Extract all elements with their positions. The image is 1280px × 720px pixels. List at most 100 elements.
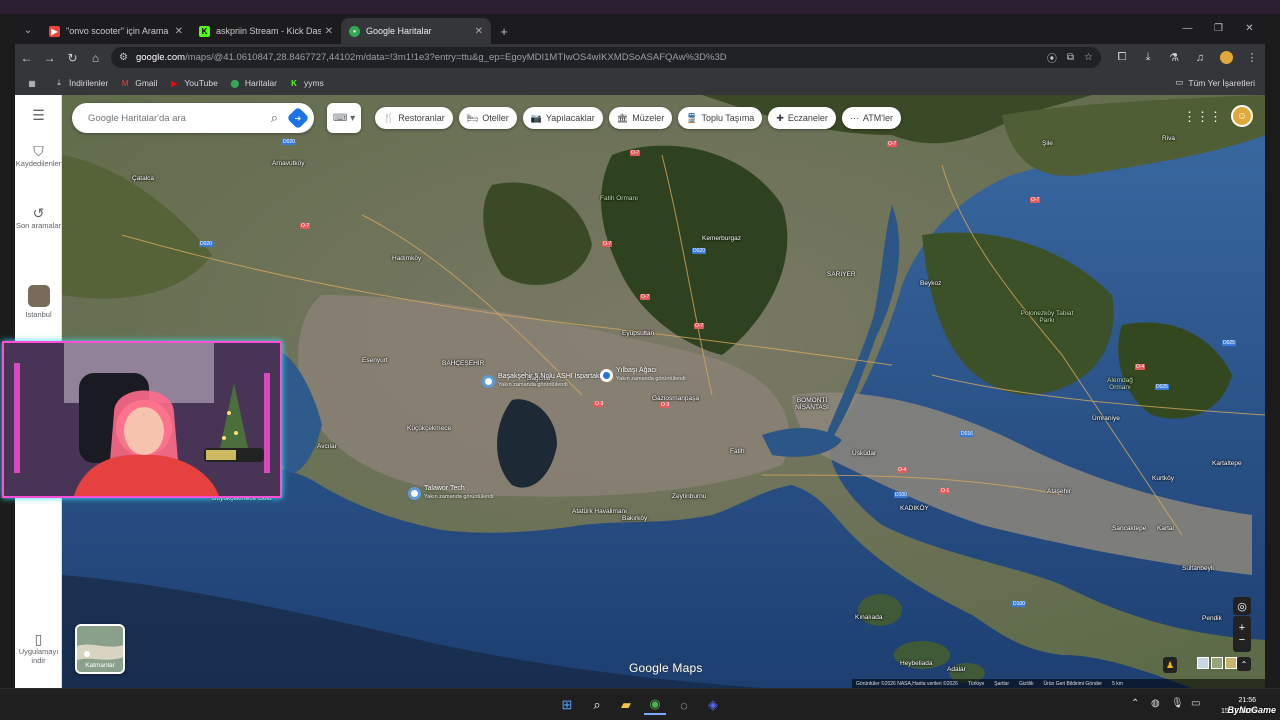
microphone-icon[interactable]: 🎙 xyxy=(1171,698,1184,709)
tray-chevron-icon[interactable]: ⌃ xyxy=(1131,698,1139,709)
account-avatar[interactable]: ☺ xyxy=(1231,105,1253,127)
menu-button[interactable]: ☰ xyxy=(15,108,62,123)
tab-google-maps[interactable]: • Google Haritalar ✕ xyxy=(341,18,491,44)
profile-avatar-icon[interactable] xyxy=(1213,46,1239,69)
webcam-overlay xyxy=(2,341,282,498)
network-icon[interactable]: ▭ xyxy=(1191,698,1200,709)
atm-icon: ⋯ xyxy=(849,112,859,123)
close-icon[interactable]: ✕ xyxy=(475,26,483,37)
recent-istanbul[interactable]: İstanbul xyxy=(15,285,62,319)
scale-bar[interactable]: 5 km xyxy=(1112,681,1123,687)
bookmark-downloads[interactable]: ⤓ İndirilenler xyxy=(54,78,108,88)
zoom-in-icon[interactable]: + xyxy=(1239,622,1245,634)
chip-things-to-do[interactable]: 📷 Yapılacaklar xyxy=(522,107,603,129)
layers-button[interactable]: Katmanlar xyxy=(75,624,125,674)
forward-icon[interactable]: → xyxy=(38,46,61,69)
file-explorer-icon[interactable]: ▰ xyxy=(615,695,637,715)
address-bar[interactable]: ⚙ google.com/maps/@41.0610847,28.8467727… xyxy=(111,47,1101,68)
my-location-button[interactable]: ◎ xyxy=(1233,597,1251,615)
recent-button[interactable]: ↺ Son aramalar xyxy=(15,206,62,230)
crosshair-icon: ◎ xyxy=(1237,600,1247,613)
back-icon[interactable]: ← xyxy=(15,46,38,69)
road-shield: O-3 xyxy=(660,402,671,408)
kick-favicon-icon: K xyxy=(199,25,210,37)
close-window-icon[interactable]: ✕ xyxy=(1234,14,1265,42)
tab-search-icon[interactable]: ⌄ xyxy=(15,16,41,44)
place-pin-icon xyxy=(408,486,421,500)
streamer-camera-feed xyxy=(4,343,280,496)
search-icon[interactable]: ⌕ xyxy=(586,695,608,715)
location-icon[interactable]: ⦿ xyxy=(1047,50,1057,65)
map-label: Gaziosmanpaşa xyxy=(652,395,699,402)
close-icon[interactable]: ✕ xyxy=(325,26,333,37)
reload-icon[interactable]: ↻ xyxy=(61,46,84,69)
restore-icon[interactable]: ❐ xyxy=(1203,14,1234,42)
start-icon[interactable]: ⊞ xyxy=(556,695,578,715)
pegman-icon[interactable]: ♟ xyxy=(1163,657,1177,673)
highway-shield: D020 xyxy=(282,139,296,145)
map-label: Ataşehir xyxy=(1047,488,1071,495)
minimize-icon[interactable]: — xyxy=(1172,14,1203,42)
directions-icon[interactable]: ➜ xyxy=(286,106,310,130)
bookmark-star-icon[interactable]: ☆ xyxy=(1084,52,1093,63)
chip-restaurants[interactable]: 🍴 Restoranlar xyxy=(375,107,453,129)
install-app-icon[interactable]: ⧉ xyxy=(1067,52,1074,63)
home-icon[interactable]: ⌂ xyxy=(84,46,107,69)
new-tab-button[interactable]: + xyxy=(491,18,517,44)
footer-link[interactable]: Ürün Geri Bildirimi Gönder xyxy=(1043,681,1102,687)
map-label: Beykoz xyxy=(920,280,942,287)
road-shield: O-1 xyxy=(940,488,951,494)
search-input[interactable]: Google Haritalar'da ara xyxy=(88,113,263,124)
chip-museums[interactable]: 🏛 Müzeler xyxy=(608,107,673,129)
chip-hotels[interactable]: 🛏 Oteller xyxy=(458,107,517,129)
footer-link[interactable]: Şartlar xyxy=(994,681,1009,687)
traffic-thumb[interactable] xyxy=(1225,657,1237,669)
view-thumbnails[interactable] xyxy=(1195,657,1237,669)
place-marker[interactable]: Başakşehir 5 Nolu ASHI Ispartakule Yakın … xyxy=(482,373,609,389)
all-bookmarks[interactable]: ▭ Tüm Yer İşaretleri xyxy=(1175,77,1255,88)
expand-controls-button[interactable]: ⌃ xyxy=(1237,657,1251,671)
place-marker[interactable]: Talawor Tech Yakın zamanda görüntülendi xyxy=(408,485,494,501)
bookmark-yyms[interactable]: Kyyms xyxy=(289,78,324,88)
highway-shield: D025 xyxy=(1222,340,1236,346)
puzzle-icon[interactable]: ⚗ xyxy=(1161,46,1187,69)
close-icon[interactable]: ✕ xyxy=(175,26,183,37)
get-app-button[interactable]: ▯ Uygulamayı indir xyxy=(15,632,62,665)
map-thumb[interactable] xyxy=(1197,657,1209,669)
site-info-icon[interactable]: ⚙ xyxy=(119,52,128,63)
extensions-icon[interactable]: ⧠ xyxy=(1109,46,1135,69)
chrome-icon[interactable]: ◉ xyxy=(644,695,666,715)
tab-onvo-scooter[interactable]: ▶ "onvo scooter" için Arama Sonu ✕ xyxy=(41,18,191,44)
input-tools-button[interactable]: ⌨ ▾ xyxy=(327,103,361,133)
chip-transit[interactable]: 🚆 Toplu Taşıma xyxy=(678,107,763,129)
download-icon[interactable]: ⤓ xyxy=(1135,46,1161,69)
zoom-out-icon[interactable]: − xyxy=(1239,634,1245,646)
map-label: Hadımköy xyxy=(392,255,422,262)
saved-button[interactable]: ⛉ Kaydedilenler xyxy=(15,144,62,168)
map-label: Sultanbeyli xyxy=(1182,565,1214,572)
terrain-thumb[interactable] xyxy=(1211,657,1223,669)
chip-atms[interactable]: ⋯ ATM'ler xyxy=(841,107,901,129)
youtube-icon: ▶ xyxy=(171,78,178,88)
search-icon[interactable]: ⌕ xyxy=(271,110,278,126)
place-marker[interactable]: Yılbaşı Ağacı Yakın zamanda görüntülendi xyxy=(600,367,686,383)
menu-icon[interactable]: ⋮ xyxy=(1239,46,1265,69)
footer-link[interactable]: Gizlilik xyxy=(1019,681,1033,687)
bookmark-youtube[interactable]: ▶ YouTube xyxy=(169,78,217,88)
obs-icon[interactable]: ◌ xyxy=(673,695,695,715)
apps-grid-icon[interactable]: ▦ xyxy=(27,78,42,88)
window-top-strip xyxy=(0,0,1280,14)
maps-search-box[interactable]: Google Haritalar'da ara ⌕ ➜ xyxy=(72,103,314,133)
chip-pharmacies[interactable]: ✚ Eczaneler xyxy=(768,107,836,129)
discord-icon[interactable]: ◈ xyxy=(702,695,724,715)
map-label: Polonezköy Tabiat Parkı xyxy=(1020,310,1074,324)
bookmark-gmail[interactable]: M Gmail xyxy=(120,78,158,88)
footer-link[interactable]: Türkiye xyxy=(968,681,984,687)
tray-app-icon[interactable]: ◍ xyxy=(1151,698,1160,709)
media-icon[interactable]: ♫ xyxy=(1187,46,1213,69)
window-controls: — ❐ ✕ xyxy=(1172,14,1265,42)
google-apps-icon[interactable]: ⋮⋮⋮ xyxy=(1183,109,1222,125)
tab-kick-stream[interactable]: K askpriin Stream - Kick Dash ✕ xyxy=(191,18,341,44)
road-shield: O-7 xyxy=(640,294,651,300)
bookmark-maps[interactable]: ⬤ Haritalar xyxy=(230,78,277,88)
